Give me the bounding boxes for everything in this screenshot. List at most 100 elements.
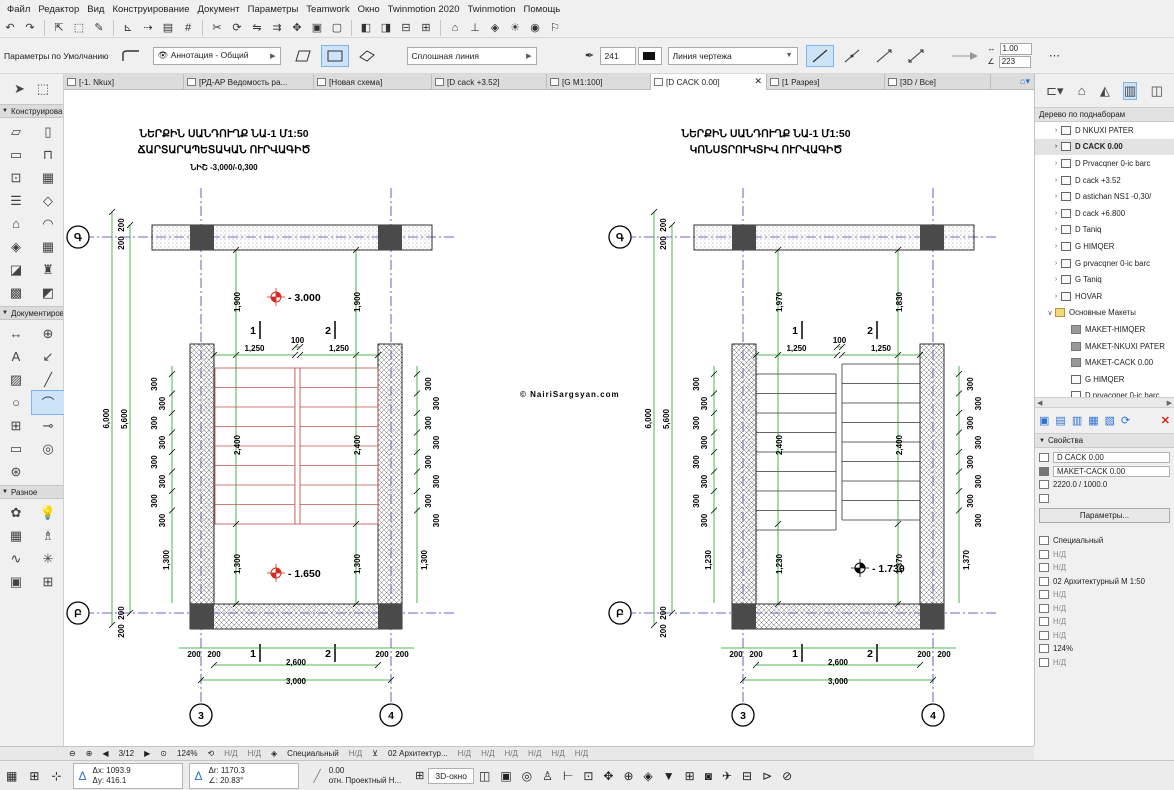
next-page-icon[interactable]: ▶: [144, 749, 150, 758]
drawing-tool-icon[interactable]: ⊞: [0, 414, 32, 437]
toolbox-section-document[interactable]: ▼Документирование: [0, 306, 63, 320]
tree-dropdown-icon[interactable]: ⊏▾: [1046, 83, 1063, 99]
scale-a-field[interactable]: 1.00: [999, 43, 1032, 55]
tab-vedomost[interactable]: [РД-АР Ведомость ра...: [184, 74, 314, 90]
object-tool-icon[interactable]: ♜: [32, 258, 64, 281]
distribute-icon[interactable]: ⊞: [417, 20, 435, 36]
circle-tool-icon[interactable]: ○: [0, 391, 32, 414]
chevron-right-icon[interactable]: ›: [1051, 293, 1061, 300]
dx-value[interactable]: Δx: 1093.9: [92, 766, 130, 776]
property-row[interactable]: Н/Д: [1035, 629, 1174, 643]
elevation-tool-icon[interactable]: ▭: [0, 437, 32, 460]
chevron-right-icon[interactable]: ›: [1051, 243, 1061, 250]
grid-toggle-icon[interactable]: ⊟: [742, 769, 752, 783]
section-icon[interactable]: ⊥: [466, 20, 484, 36]
text-tool-icon[interactable]: A: [0, 345, 32, 368]
menu-item[interactable]: Twinmotion 2020: [384, 4, 464, 15]
morph-tool-icon[interactable]: ◈: [0, 235, 32, 258]
snap-options-icon[interactable]: ⊹: [51, 769, 61, 783]
close-icon[interactable]: ✕: [754, 76, 762, 87]
slab-tool-icon[interactable]: ◇: [32, 189, 64, 212]
tracker-icon[interactable]: ▦: [6, 769, 17, 783]
arrow-tool-icon[interactable]: ➤: [14, 81, 25, 97]
menu-item[interactable]: Параметры: [244, 4, 303, 15]
video-icon[interactable]: ⊳: [762, 769, 772, 783]
camera-tool-icon[interactable]: ⊞: [32, 570, 64, 593]
view-name-field[interactable]: D CACK 0.00: [1053, 452, 1170, 464]
chevron-right-icon[interactable]: ›: [1051, 210, 1061, 217]
grid-element-icon[interactable]: ▦: [0, 524, 32, 547]
tab-list-icon[interactable]: ⌂▾: [1020, 76, 1030, 87]
delete-icon[interactable]: ✕: [1161, 414, 1170, 427]
tab-nkux[interactable]: [-1. Nkux]: [64, 74, 184, 90]
layout-book-icon[interactable]: ▥: [1123, 81, 1138, 100]
tree-item[interactable]: D prvacqner 0-ic barc: [1035, 388, 1174, 397]
shape-rotated-rect-button[interactable]: [353, 45, 381, 67]
figure-icon[interactable]: ♗: [32, 524, 64, 547]
toolbox-section-design[interactable]: ▼Конструирование: [0, 104, 63, 118]
align-icon[interactable]: ⊟: [397, 20, 415, 36]
menu-item[interactable]: Вид: [83, 4, 108, 15]
property-row[interactable]: Н/Д: [1035, 615, 1174, 629]
scale-combo-value[interactable]: 02 Архитектур...: [388, 749, 448, 758]
line-category-combo[interactable]: Линия чертежа ▼: [667, 46, 798, 65]
window-tool-icon[interactable]: ⊡: [0, 166, 32, 189]
scale-b-field[interactable]: 223: [998, 56, 1031, 68]
chevron-right-icon[interactable]: ›: [1051, 177, 1061, 184]
tree-item[interactable]: MAKET-CACK 0.00: [1035, 354, 1174, 371]
rotate-icon[interactable]: ⟳: [228, 20, 246, 36]
arrow-select-icon[interactable]: ⇱: [50, 20, 68, 36]
ruler-icon[interactable]: ⊢: [563, 769, 573, 783]
column-tool-icon[interactable]: ▯: [32, 120, 64, 143]
3d-cube-icon[interactable]: ◫: [479, 769, 490, 783]
annotation-layer-combo[interactable]: 👁 Аннотация - Общий ▶: [152, 46, 281, 65]
line-type-combo[interactable]: Сплошная линия ▶: [406, 46, 537, 65]
scroll-left-icon[interactable]: ◀: [1037, 399, 1042, 407]
reference-value[interactable]: отн. Проектный Н...: [329, 776, 401, 786]
new-view-icon[interactable]: ▣: [1039, 414, 1049, 427]
curtain-wall-tool-icon[interactable]: ▦: [32, 235, 64, 258]
view-icon[interactable]: ⊡: [583, 769, 593, 783]
marquee-icon[interactable]: ⬚: [70, 20, 88, 36]
tree-item[interactable]: › D NKUXI PATER: [1035, 122, 1174, 139]
mirror-icon[interactable]: ⇋: [248, 20, 266, 36]
snap-icon[interactable]: ⊾: [119, 20, 137, 36]
property-row[interactable]: Н/Д: [1035, 602, 1174, 616]
tab-cack-352[interactable]: [D cack +3.52]: [432, 74, 547, 90]
drawing-canvas[interactable]: ՆԵՐՔԻՆ ՍԱՆԴՈՒՂՔ ՆԱ-1 Մ1:50 ՃԱՐՏԱՐԱՊԵՏԱԿԱՆ…: [64, 90, 1034, 746]
dimension-tool-icon[interactable]: ↔: [0, 322, 32, 345]
zoom-value[interactable]: 124%: [177, 749, 197, 758]
menu-item[interactable]: Teamwork: [302, 4, 353, 15]
property-row[interactable]: Н/Д: [1035, 588, 1174, 602]
eyedropper-icon[interactable]: ✎: [90, 20, 108, 36]
tree-item[interactable]: › D Taniq: [1035, 222, 1174, 239]
tree-item[interactable]: ∨ Основные Макеты: [1035, 305, 1174, 322]
tree-item[interactable]: G HIMQER: [1035, 371, 1174, 388]
snap-grid-icon[interactable]: ⊞: [29, 769, 39, 783]
line-mode-arrow-button[interactable]: [838, 45, 866, 67]
tree-item[interactable]: › G HIMQER: [1035, 238, 1174, 255]
chevron-down-icon[interactable]: ∨: [1045, 309, 1055, 317]
menu-item[interactable]: Twinmotion: [463, 4, 519, 15]
spline-icon[interactable]: ∿: [0, 547, 32, 570]
hotspot-icon[interactable]: ✳: [32, 547, 64, 570]
mesh-tool-icon[interactable]: ▩: [0, 281, 32, 304]
roof-tool-icon[interactable]: ⌂: [0, 212, 32, 235]
chevron-right-icon[interactable]: ›: [1051, 127, 1061, 134]
pan-icon[interactable]: ✥: [603, 769, 613, 783]
redo-icon[interactable]: ↷: [21, 20, 39, 36]
chevron-right-icon[interactable]: ›: [1051, 193, 1061, 200]
walk-icon[interactable]: ♙: [542, 769, 553, 783]
line-mode-double-button[interactable]: [902, 45, 930, 67]
shape-polygon-button[interactable]: [289, 45, 317, 67]
link-icon[interactable]: ⊘: [782, 769, 792, 783]
undo-icon[interactable]: ↶: [1, 20, 19, 36]
menu-item[interactable]: Конструирование: [108, 4, 193, 15]
property-row[interactable]: Н/Д: [1035, 548, 1174, 562]
property-row[interactable]: Специальный: [1035, 534, 1174, 548]
light-icon[interactable]: 💡: [32, 501, 64, 524]
cut-plane-icon[interactable]: ◈: [644, 769, 653, 783]
worksheet-tool-icon[interactable]: ⊛: [0, 460, 32, 483]
camera-icon[interactable]: ◉: [526, 20, 544, 36]
scale-icon[interactable]: ⊻: [372, 749, 378, 758]
